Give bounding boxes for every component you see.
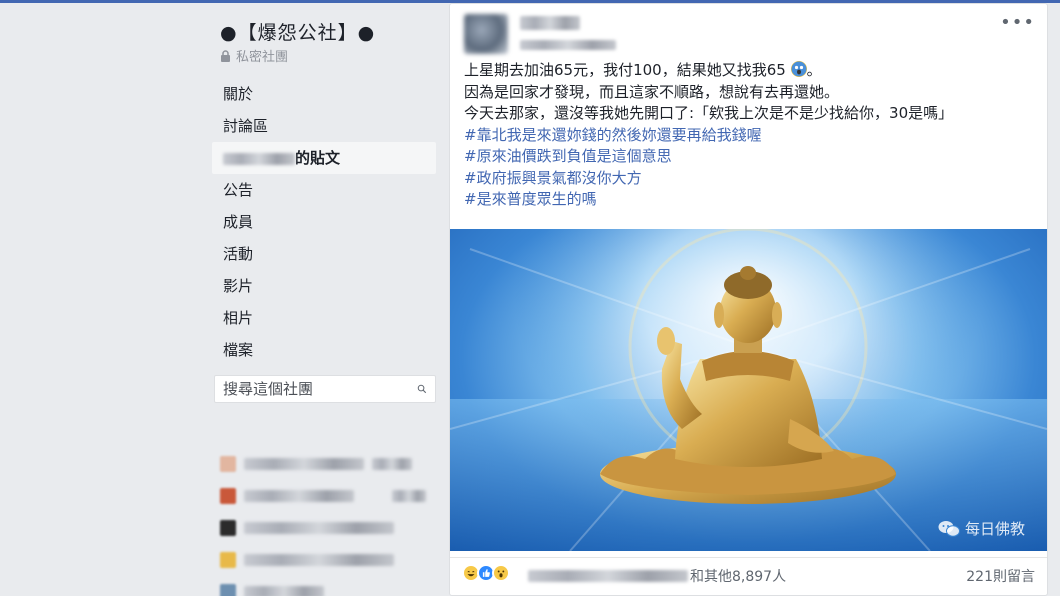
redacted-text: [392, 490, 426, 502]
list-item[interactable]: [220, 544, 440, 576]
author-avatar[interactable]: [464, 14, 508, 54]
post-line: 上星期去加油65元，我付100，結果她又找我65 。: [464, 60, 1034, 82]
post-timestamp[interactable]: [520, 40, 616, 50]
avatar: [220, 456, 236, 472]
search-icon[interactable]: [417, 381, 427, 397]
wechat-icon: [938, 520, 960, 537]
avatar: [220, 584, 236, 596]
hashtag-link[interactable]: #政府振興景氣都沒你大方: [464, 168, 1034, 190]
wow-reaction-icon[interactable]: [492, 564, 510, 582]
reactions-summary[interactable]: 和其他8,897人: [528, 566, 786, 586]
author-name[interactable]: [520, 16, 580, 30]
nav-videos[interactable]: 影片: [212, 270, 436, 302]
group-search-input[interactable]: [223, 380, 417, 398]
image-watermark: 每日佛教: [938, 518, 1025, 539]
redacted-text: [244, 522, 394, 534]
nav-announcements[interactable]: 公告: [212, 174, 436, 206]
avatar: [220, 488, 236, 504]
divider: [450, 557, 1047, 558]
comments-count[interactable]: 221則留言: [966, 566, 1035, 586]
privacy-label: 私密社團: [236, 50, 289, 65]
list-item[interactable]: [220, 448, 440, 480]
nav-photos[interactable]: 相片: [212, 302, 436, 334]
redacted-text: [244, 490, 354, 502]
post-body: 上星期去加油65元，我付100，結果她又找我65 。 因為是回家才發現，而且這家…: [464, 60, 1034, 211]
post-line-3: 今天去那家，還沒等我她先開口了:「欸我上次是不是少找給你，30是嗎」: [464, 104, 954, 122]
shocked-emoji-icon: [790, 61, 807, 77]
redacted-text: [244, 554, 394, 566]
lock-icon: [221, 49, 230, 62]
avatar: [220, 520, 236, 536]
group-nav: 關於 討論區 的貼文 公告 成員 活動 影片 相片 檔案: [212, 78, 436, 366]
nav-events[interactable]: 活動: [212, 238, 436, 270]
group-search-box[interactable]: [214, 375, 436, 403]
nav-about[interactable]: 關於: [212, 78, 436, 110]
sidebar-shortcut-list: [220, 448, 440, 596]
buddha-illustration: [450, 229, 1047, 551]
more-options-icon[interactable]: •••: [1000, 12, 1035, 33]
nav-my-posts-label: 的貼文: [295, 149, 341, 167]
list-item[interactable]: [220, 480, 440, 512]
nav-files[interactable]: 檔案: [212, 334, 436, 366]
hashtag-link[interactable]: #是來普度眾生的嗎: [464, 189, 1034, 211]
redacted-names: [528, 570, 688, 582]
group-name[interactable]: ●【爆怨公社】●: [220, 18, 375, 45]
nav-my-posts[interactable]: 的貼文: [212, 142, 436, 174]
redacted-username: [223, 152, 295, 165]
list-item[interactable]: [220, 576, 440, 596]
redacted-text: [372, 458, 412, 470]
post-line-2: 因為是回家才發現，而且這家不順路，想說有去再還她。: [464, 82, 840, 101]
group-privacy: 私密社團: [220, 46, 288, 65]
hashtag-link[interactable]: #靠北我是來還妳錢的然後妳還要再給我錢喔: [464, 125, 1034, 147]
post-image[interactable]: 每日佛教: [450, 229, 1047, 551]
post-footer: 和其他8,897人 221則留言: [450, 557, 1047, 595]
redacted-text: [244, 458, 364, 470]
list-item[interactable]: [220, 512, 440, 544]
nav-members[interactable]: 成員: [212, 206, 436, 238]
group-sidebar: ●【爆怨公社】● 私密社團 關於 討論區 的貼文 公告 成員 活動 影片 相片 …: [212, 0, 438, 596]
hashtag-link[interactable]: #原來油價跌到負值是這個意思: [464, 146, 1034, 168]
nav-discussion[interactable]: 討論區: [212, 110, 436, 142]
avatar: [220, 552, 236, 568]
watermark-text: 每日佛教: [964, 520, 1025, 538]
post-line-1: 上星期去加油65元，我付100，結果她又找我65: [464, 61, 786, 79]
redacted-text: [244, 586, 324, 596]
post-card: ••• 上星期去加油65元，我付100，結果她又找我65 。 因為是回家才發現，…: [449, 3, 1048, 596]
reaction-icons[interactable]: [462, 564, 510, 582]
post-line-1-end: 。: [806, 61, 822, 79]
reactions-count: 和其他8,897人: [690, 569, 787, 585]
